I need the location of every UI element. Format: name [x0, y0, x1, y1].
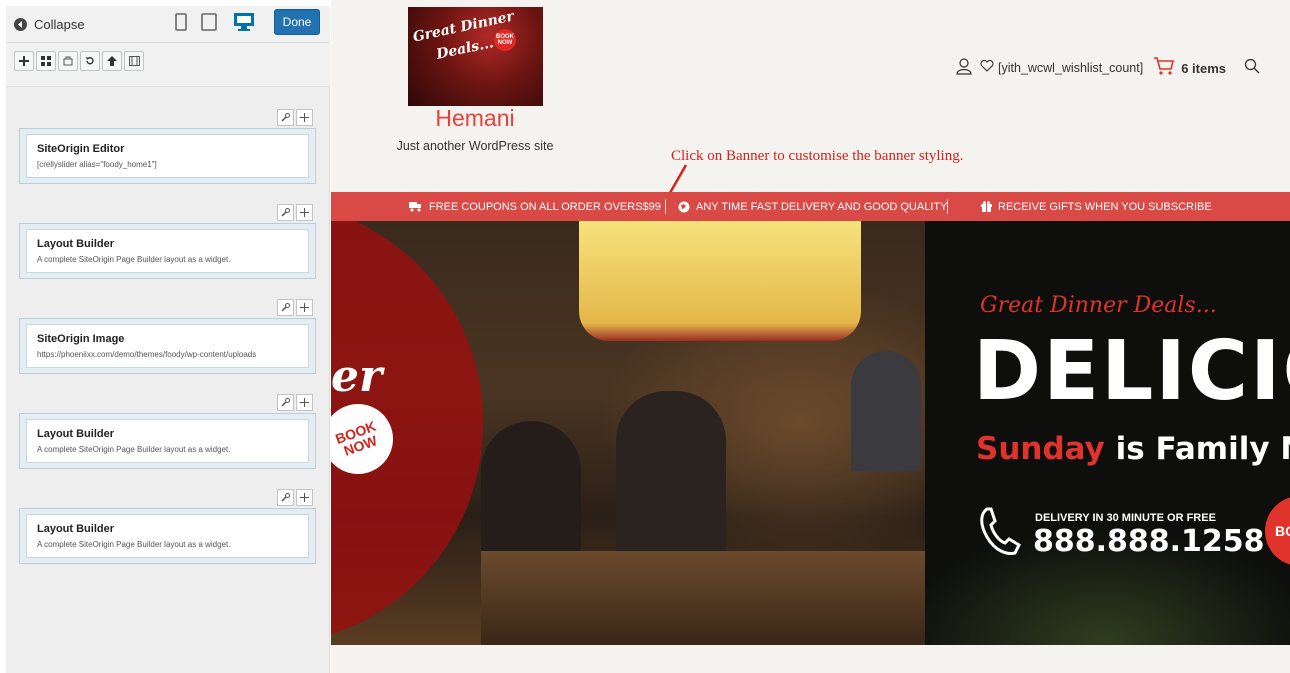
wrench-icon[interactable]: [277, 489, 294, 506]
wrench-icon[interactable]: [277, 204, 294, 221]
widget-title: Layout Builder: [37, 238, 115, 250]
widget-layout-builder[interactable]: Layout Builder A complete SiteOrigin Pag…: [26, 419, 309, 463]
widget-siteorigin-image[interactable]: SiteOrigin Image https://phoeniixx.com/d…: [26, 324, 309, 368]
promo-divider: [665, 199, 666, 214]
banner-right-panel: Great Dinner Deals... DELICIO Sunday is …: [925, 221, 1290, 645]
banner-counter: [481, 551, 925, 645]
promo-item: RECEIVE GIFTS WHEN YOU SUBSCRIBE: [981, 192, 1212, 221]
page-builder-row: SiteOrigin Image https://phoeniixx.com/d…: [19, 318, 316, 374]
collapse-icon: [14, 17, 27, 31]
page-builder-row: Layout Builder A complete SiteOrigin Pag…: [19, 413, 316, 469]
page-builder-row: SiteOrigin Editor [crellyslider alias="f…: [19, 128, 316, 184]
banner-figure: [851, 351, 921, 471]
wrench-icon[interactable]: [277, 109, 294, 126]
widget-layout-builder[interactable]: Layout Builder A complete SiteOrigin Pag…: [26, 514, 309, 558]
cart-count[interactable]: 6 items: [1181, 61, 1226, 76]
site-logo[interactable]: Great Dinner Deals... BOOK NOW: [408, 7, 543, 106]
promo-divider: [947, 199, 948, 214]
row-actions: [277, 394, 317, 412]
wishlist-icon[interactable]: [980, 59, 994, 78]
widget-layout-builder[interactable]: Layout Builder A complete SiteOrigin Pag…: [26, 229, 309, 273]
promo-text: FREE COUPONS ON ALL ORDER OVERS$99: [429, 200, 661, 213]
move-icon[interactable]: [296, 109, 313, 126]
widget-siteorigin-editor[interactable]: SiteOrigin Editor [crellyslider alias="f…: [26, 134, 309, 178]
banner-script-text: er: [331, 351, 383, 402]
desktop-preview-icon[interactable]: [231, 11, 257, 33]
cart-icon[interactable]: [1153, 56, 1175, 81]
tablet-landscape-preview-icon[interactable]: [199, 11, 219, 33]
wrench-icon[interactable]: [277, 299, 294, 316]
wishlist-count[interactable]: [yith_wcwl_wishlist_count]: [998, 61, 1143, 75]
banner-sunday-word: Sunday: [976, 431, 1105, 467]
promo-bar: FREE COUPONS ON ALL ORDER OVERS$99 ANY T…: [331, 192, 1290, 221]
user-icon[interactable]: [956, 57, 972, 80]
add-widget-icon[interactable]: [14, 51, 34, 71]
banner-delivery-text: DELIVERY IN 30 MINUTE OR FREE: [1035, 512, 1216, 524]
banner-phone-number: 888.888.1258: [1033, 524, 1265, 559]
banner-sunday-line: Sunday is Family N: [976, 431, 1290, 467]
widget-title: SiteOrigin Editor: [37, 143, 125, 155]
move-icon[interactable]: [296, 394, 313, 411]
widget-description: [crellyslider alias="foody_home1"]: [37, 160, 157, 169]
widget-description: A complete SiteOrigin Page Builder layou…: [37, 255, 231, 264]
done-button[interactable]: Done: [274, 9, 320, 35]
promo-text: ANY TIME FAST DELIVERY AND GOOD QUALITY: [696, 200, 948, 213]
widget-title: Layout Builder: [37, 523, 115, 535]
book-now-badge[interactable]: BO: [1265, 496, 1290, 566]
panel-header: Collapse Done: [6, 6, 330, 43]
move-icon[interactable]: [296, 489, 313, 506]
tablet-portrait-preview-icon[interactable]: [171, 11, 191, 33]
globe-icon: [678, 201, 690, 212]
history-icon[interactable]: [80, 51, 100, 71]
widget-description: https://phoeniixx.com/demo/themes/foody/…: [37, 350, 257, 359]
truck-icon: [409, 202, 421, 212]
widget-title: SiteOrigin Image: [37, 333, 125, 345]
add-row-icon[interactable]: [36, 51, 56, 71]
banner-family-text: is Family N: [1104, 431, 1290, 467]
site-tagline: Just another WordPress site: [396, 139, 554, 153]
logo-badge: BOOK NOW: [494, 29, 516, 51]
move-icon[interactable]: [296, 299, 313, 316]
live-editor-icon[interactable]: [124, 51, 144, 71]
banner-lamp: [579, 221, 861, 341]
prebuilt-layout-icon[interactable]: [58, 51, 78, 71]
gift-icon: [981, 201, 992, 212]
annotation-text: Click on Banner to customise the banner …: [671, 148, 964, 164]
wrench-icon[interactable]: [277, 394, 294, 411]
move-up-icon[interactable]: [102, 51, 122, 71]
promo-item: ANY TIME FAST DELIVERY AND GOOD QUALITY: [678, 192, 947, 221]
page-builder-toolbar: [6, 43, 330, 87]
phone-icon: [980, 507, 1021, 555]
row-actions: [277, 204, 317, 222]
widget-description: A complete SiteOrigin Page Builder layou…: [37, 445, 231, 454]
banner-figure: [616, 391, 726, 551]
row-actions: [277, 489, 317, 507]
widget-description: A complete SiteOrigin Page Builder layou…: [37, 540, 231, 549]
page-bottom: [331, 645, 1290, 673]
header-icons: [yith_wcwl_wishlist_count] 6 items: [956, 56, 1260, 81]
move-icon[interactable]: [296, 204, 313, 221]
row-actions: [277, 299, 317, 317]
row-actions: [277, 109, 317, 127]
page-builder-row: Layout Builder A complete SiteOrigin Pag…: [19, 508, 316, 564]
promo-text: RECEIVE GIFTS WHEN YOU SUBSCRIBE: [998, 200, 1212, 213]
collapse-button[interactable]: Collapse: [14, 14, 85, 34]
hero-banner[interactable]: er BOOK NOW Great Dinner Deals... DELICI…: [331, 221, 1290, 645]
page-builder-row: Layout Builder A complete SiteOrigin Pag…: [19, 223, 316, 279]
search-icon[interactable]: [1244, 58, 1260, 79]
banner-headline: DELICIO: [973, 324, 1290, 419]
site-preview: Great Dinner Deals... BOOK NOW Hemani Ju…: [331, 0, 1290, 673]
customizer-panel: Collapse Done SiteOrigin Editor [crellys…: [6, 6, 330, 673]
site-title[interactable]: Hemani: [395, 105, 555, 132]
banner-subtitle: Great Dinner Deals...: [980, 293, 1217, 318]
collapse-label: Collapse: [34, 16, 85, 32]
widget-title: Layout Builder: [37, 428, 115, 440]
promo-item: FREE COUPONS ON ALL ORDER OVERS$99: [409, 192, 661, 221]
